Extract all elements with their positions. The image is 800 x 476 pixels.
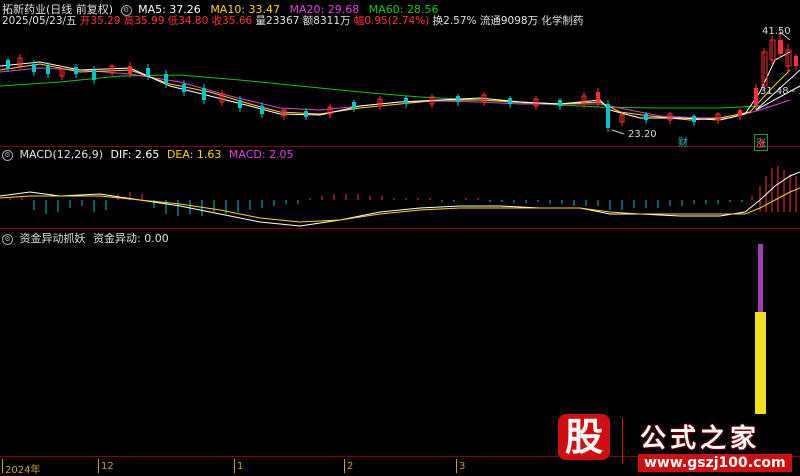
axis-label-2: 2: [347, 461, 354, 472]
axis-tick-12: [98, 459, 99, 473]
macd-value: MACD: 2.05: [228, 148, 294, 161]
watermark-big-char: 股: [558, 414, 610, 460]
fund-value: 资金异动: 0.00: [93, 232, 169, 245]
axis-tick-1: [234, 459, 235, 473]
dif-value: DIF: 2.65: [110, 148, 160, 161]
ma5-line: [0, 51, 791, 121]
fund-header: ⚙ 资金异动抓妖 资金异动: 0.00: [2, 230, 169, 246]
axis-tick-year: [2, 459, 3, 473]
axis-tick-2: [344, 459, 345, 473]
fund-spike-purple: [758, 244, 763, 314]
fund-spike-yellow: [755, 312, 766, 414]
axis-tick-3: [456, 459, 457, 473]
axis-label-year: 2024年: [5, 465, 41, 476]
macd-histogram: [9, 166, 797, 216]
macd-label[interactable]: MACD(12,26,9): [20, 148, 104, 161]
dea-value: DEA: 1.63: [166, 148, 222, 161]
dif-line: [0, 171, 800, 227]
axis-label-3: 3: [459, 461, 466, 472]
watermark-logo: 股: [558, 414, 610, 464]
cai-marker[interactable]: 财: [678, 134, 688, 149]
fund-label[interactable]: 资金异动抓妖: [20, 232, 86, 245]
watermark-divider: [622, 418, 623, 464]
fund-settings-icon[interactable]: ⚙: [2, 233, 13, 245]
macd-settings-icon[interactable]: ⚙: [2, 149, 13, 161]
high-price-label: 41.50: [762, 26, 791, 37]
axis-label-12: 12: [101, 461, 114, 472]
low-price-label: 23.20: [628, 129, 657, 140]
zhang-marker[interactable]: 涨: [754, 134, 768, 151]
axis-label-1: 1: [237, 461, 244, 472]
ma20-line: [0, 67, 791, 119]
watermark-url: www.gszj100.com: [638, 454, 792, 472]
watermark-site-name: 公式之家: [640, 424, 761, 454]
low-pointer: [611, 129, 625, 135]
ma10-line: [0, 63, 791, 121]
macd-header: ⚙ MACD(12,26,9) DIF: 2.65 DEA: 1.63 MACD…: [2, 148, 294, 161]
right-price-label: 31.48 - 3: [760, 86, 800, 97]
dea-line: [0, 187, 800, 223]
